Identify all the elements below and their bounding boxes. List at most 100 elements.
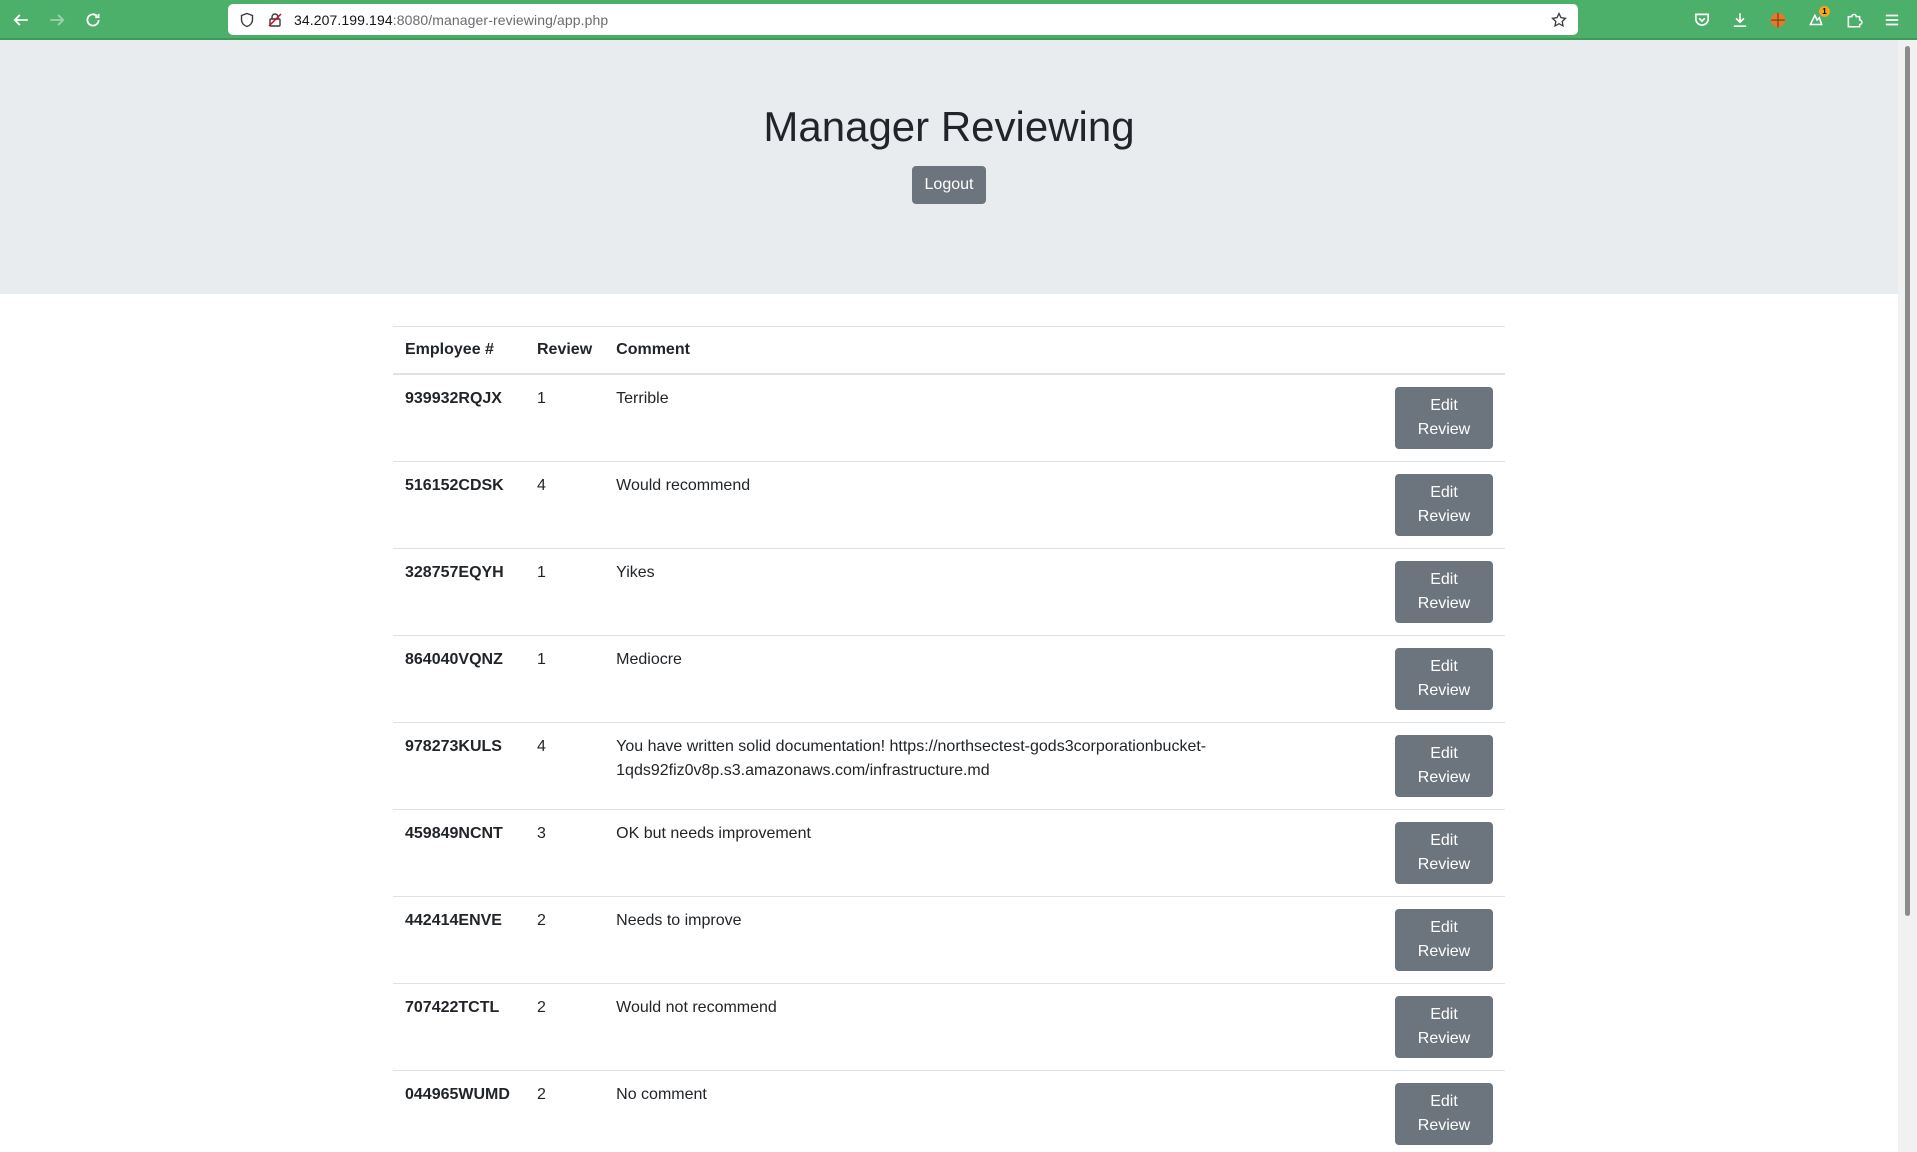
edit-label-line1: Edit <box>1430 1006 1458 1023</box>
review-score-cell: 2 <box>525 983 605 1071</box>
table-row: 442414ENVE 2 Needs to improve Edit Review <box>393 896 1505 984</box>
url-host: 34.207.199.194 <box>294 11 393 28</box>
comment-cell: Terrible <box>604 374 1383 462</box>
edit-review-button[interactable]: Edit Review <box>1395 822 1493 884</box>
column-header-actions <box>1383 326 1505 375</box>
forward-icon[interactable] <box>42 5 72 35</box>
extension-notification-icon[interactable]: 1 <box>1801 5 1831 35</box>
table-row: 939932RQJX 1 Terrible Edit Review <box>393 374 1505 462</box>
employee-id-cell: 864040VQNZ <box>393 635 525 723</box>
comment-cell: No comment <box>604 1070 1383 1152</box>
comment-cell: Would not recommend <box>604 983 1383 1071</box>
table-row: 707422TCTL 2 Would not recommend Edit Rev… <box>393 983 1505 1071</box>
employee-id-cell: 442414ENVE <box>393 896 525 984</box>
edit-label-line2: Review <box>1417 769 1471 786</box>
edit-label-line2: Review <box>1417 943 1471 960</box>
bookmark-star-icon[interactable] <box>1550 11 1568 29</box>
edit-review-button[interactable]: Edit Review <box>1395 909 1493 971</box>
comment-text: Yikes <box>616 564 655 581</box>
review-score-cell: 2 <box>525 1070 605 1152</box>
comment-cell: Mediocre <box>604 635 1383 723</box>
logout-button[interactable]: Logout <box>911 166 987 205</box>
reload-icon[interactable] <box>78 5 108 35</box>
table-row: 978273KULS 4 You have written solid docu… <box>393 722 1505 810</box>
edit-review-button[interactable]: Edit Review <box>1395 735 1493 797</box>
page-content: Manager Reviewing Logout Employee # Revi… <box>0 40 1898 1152</box>
edit-review-button[interactable]: Edit Review <box>1395 648 1493 710</box>
comment-text: Would not recommend <box>616 999 777 1016</box>
table-body: 939932RQJX 1 Terrible Edit Review 516152C… <box>393 374 1505 1152</box>
extensions-puzzle-icon[interactable] <box>1839 5 1869 35</box>
pocket-icon[interactable] <box>1687 5 1717 35</box>
employee-id-cell: 939932RQJX <box>405 390 502 407</box>
comment-cell: Would recommend <box>604 461 1383 549</box>
actions-cell: Edit Review <box>1383 461 1505 549</box>
column-header-comment: Comment <box>604 326 1383 375</box>
browser-toolbar: 34.207.199.194:8080/manager-reviewing/ap… <box>0 0 1917 40</box>
download-icon[interactable] <box>1725 5 1755 35</box>
comment-text: Terrible <box>616 390 669 407</box>
actions-cell: Edit Review <box>1383 635 1505 723</box>
edit-label-line1: Edit <box>1430 658 1458 675</box>
actions-cell: Edit Review <box>1383 983 1505 1071</box>
comment-cell: Yikes <box>604 548 1383 636</box>
review-score-cell: 4 <box>525 461 605 549</box>
edit-label-line1: Edit <box>1430 919 1458 936</box>
employee-id-cell: 044965WUMD <box>393 1070 525 1152</box>
scrollbar-thumb[interactable] <box>1905 46 1910 916</box>
table-row: 516152CDSK 4 Would recommend Edit Review <box>393 461 1505 549</box>
url-path: :8080/manager-reviewing/app.php <box>392 11 609 28</box>
edit-label-line2: Review <box>1417 1030 1471 1047</box>
table-row: 459849NCNT 3 OK but needs improvement Ed… <box>393 809 1505 897</box>
review-score-cell: 2 <box>525 896 605 984</box>
table-row: 328757EQYH 1 Yikes Edit Review <box>393 548 1505 636</box>
shield-icon[interactable] <box>238 11 256 29</box>
comment-text: Would recommend <box>616 477 751 494</box>
employee-id-cell: 516152CDSK <box>393 461 525 549</box>
actions-cell: Edit Review <box>1383 1070 1505 1152</box>
edit-label-line2: Review <box>1417 595 1471 612</box>
actions-cell: Edit Review <box>1383 548 1505 636</box>
comment-cell: OK but needs improvement <box>604 809 1383 897</box>
review-score-cell: 1 <box>525 548 605 636</box>
edit-label-line1: Edit <box>1430 571 1458 588</box>
page-scrollbar[interactable] <box>1898 40 1917 1152</box>
comment-text: Needs to improve <box>616 912 742 929</box>
jumbotron-header: Manager Reviewing Logout <box>0 40 1898 294</box>
edit-label-line1: Edit <box>1430 484 1458 501</box>
edit-label-line2: Review <box>1417 682 1471 699</box>
actions-cell: Edit Review <box>1383 374 1505 462</box>
comment-text: No comment <box>616 1086 707 1103</box>
employee-id-cell: 707422TCTL <box>393 983 525 1071</box>
employee-id-cell: 459849NCNT <box>393 809 525 897</box>
url-text[interactable]: 34.207.199.194:8080/manager-reviewing/ap… <box>294 12 1540 28</box>
menu-hamburger-icon[interactable] <box>1877 5 1907 35</box>
insecure-lock-icon[interactable] <box>266 11 284 29</box>
edit-label-line2: Review <box>1417 856 1471 873</box>
review-score-cell: 1 <box>525 635 605 723</box>
edit-review-button[interactable]: Edit Review <box>1395 474 1493 536</box>
comment-cell: Needs to improve <box>604 896 1383 984</box>
back-icon[interactable] <box>6 5 36 35</box>
review-score-cell: 1 <box>537 390 546 407</box>
review-score-cell: 4 <box>525 722 605 810</box>
actions-cell: Edit Review <box>1383 722 1505 810</box>
notification-badge: 1 <box>1819 6 1830 17</box>
extension-ball-icon[interactable] <box>1763 5 1793 35</box>
edit-label-line2: Review <box>1417 421 1471 438</box>
edit-review-button[interactable]: Edit Review <box>1395 1083 1493 1145</box>
edit-label-line1: Edit <box>1430 1093 1458 1110</box>
review-score-cell: 3 <box>525 809 605 897</box>
edit-review-button[interactable]: Edit Review <box>1395 387 1493 449</box>
address-bar[interactable]: 34.207.199.194:8080/manager-reviewing/ap… <box>228 4 1578 35</box>
page-title: Manager Reviewing <box>763 103 1135 150</box>
edit-review-button[interactable]: Edit Review <box>1395 561 1493 623</box>
reviews-table: Employee # Review Comment 939932RQJX 1 T… <box>393 326 1505 1152</box>
reviews-container: Employee # Review Comment 939932RQJX 1 T… <box>393 326 1505 1152</box>
edit-label-line1: Edit <box>1430 832 1458 849</box>
table-header-row: Employee # Review Comment <box>393 326 1505 375</box>
edit-review-button[interactable]: Edit Review <box>1395 996 1493 1058</box>
employee-id-cell: 328757EQYH <box>393 548 525 636</box>
actions-cell: Edit Review <box>1383 809 1505 897</box>
comment-cell: You have written solid documentation! ht… <box>604 722 1383 810</box>
